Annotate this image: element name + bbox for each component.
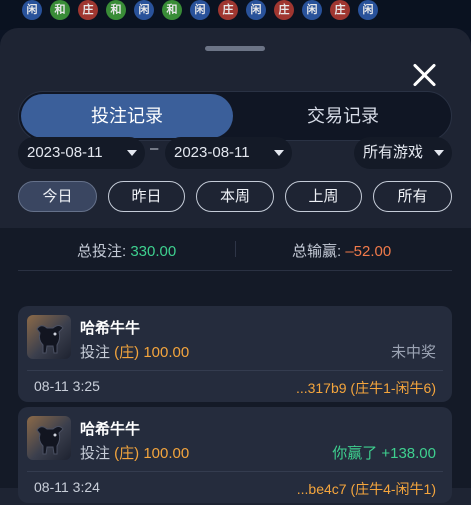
bead: 闲 [190, 0, 210, 20]
bead: 闲 [22, 0, 42, 20]
card-divider [27, 471, 443, 472]
bead: 和 [50, 0, 70, 20]
bet-time: 08-11 3:24 [34, 479, 100, 495]
bead: 庄 [330, 0, 350, 20]
bead: 闲 [302, 0, 322, 20]
bead: 闲 [246, 0, 266, 20]
period-yesterday-button[interactable]: 昨日 [108, 181, 185, 212]
summary-divider [235, 241, 236, 257]
date-range-separator: – [150, 140, 159, 157]
record-card[interactable]: 哈希牛牛 投注 (庄) 100.00 你赢了 +138.00 08-11 3:2… [18, 407, 452, 503]
bead: 和 [162, 0, 182, 20]
total-win-value: –52.00 [345, 243, 392, 260]
tab-transaction-records[interactable]: 交易记录 [237, 94, 449, 138]
record-card[interactable]: 哈希牛牛 投注 (庄) 100.00 未中奖 08-11 3:25 ...317… [18, 306, 452, 402]
game-name: 哈希牛牛 [80, 421, 141, 438]
bet-detail: 投注 (庄) 100.00 [80, 341, 189, 362]
chevron-down-icon [434, 150, 444, 156]
summary-underline [18, 270, 452, 271]
bet-time: 08-11 3:25 [34, 378, 100, 394]
total-bet: 总投注: 330.00 [77, 240, 176, 261]
bet-amount: (庄) 100.00 [114, 445, 190, 462]
round-hash[interactable]: ...317b9 (庄牛1-闲牛6) [296, 378, 436, 398]
date-to-value: 2023-08-11 [174, 144, 250, 161]
bead: 和 [106, 0, 126, 20]
chevron-down-icon [274, 150, 284, 156]
bet-result: 未中奖 [390, 344, 436, 361]
bead: 庄 [218, 0, 238, 20]
bet-amount: (庄) 100.00 [114, 344, 190, 361]
round-hash[interactable]: ...be4c7 (庄牛4-闲牛1) [297, 479, 436, 499]
close-icon[interactable] [408, 58, 442, 92]
game-filter-select[interactable]: 所有游戏 [354, 137, 452, 169]
bead: 庄 [274, 0, 294, 20]
game-name: 哈希牛牛 [80, 320, 141, 337]
bead: 闲 [358, 0, 378, 20]
bet-prefix: 投注 [80, 445, 115, 462]
bet-detail: 投注 (庄) 100.00 [80, 442, 189, 463]
period-today-button[interactable]: 今日 [18, 181, 97, 212]
card-divider [27, 370, 443, 371]
total-win-label: 总输赢: [292, 243, 346, 260]
date-from-select[interactable]: 2023-08-11 [18, 137, 145, 169]
bead-road-row: 闲 和 庄 和 闲 和 闲 庄 闲 庄 闲 庄 闲 [22, 0, 378, 20]
drag-handle[interactable] [205, 46, 265, 51]
bead: 闲 [134, 0, 154, 20]
bead: 庄 [78, 0, 98, 20]
tab-bet-records[interactable]: 投注记录 [21, 94, 233, 138]
date-to-select[interactable]: 2023-08-11 [165, 137, 292, 169]
period-all-button[interactable]: 所有 [373, 181, 452, 212]
chevron-down-icon [127, 150, 137, 156]
period-last-week-button[interactable]: 上周 [285, 181, 362, 212]
bet-prefix: 投注 [80, 344, 115, 361]
game-filter-value: 所有游戏 [363, 144, 424, 161]
bet-result: 你赢了 +138.00 [332, 445, 436, 462]
total-bet-label: 总投注: [77, 243, 131, 260]
total-win-loss: 总输赢: –52.00 [292, 240, 391, 261]
record-type-tabs: 投注记录 交易记录 [18, 91, 452, 141]
total-bet-value: 330.00 [130, 243, 177, 260]
period-this-week-button[interactable]: 本周 [196, 181, 274, 212]
summary-bar: 总投注: 330.00 总输赢: –52.00 [0, 240, 471, 262]
bull-game-icon [27, 315, 71, 359]
bull-game-icon [27, 416, 71, 460]
date-from-value: 2023-08-11 [27, 144, 103, 161]
bead-road-strip: 闲 和 庄 和 闲 和 闲 庄 闲 庄 闲 庄 闲 [0, 0, 471, 30]
